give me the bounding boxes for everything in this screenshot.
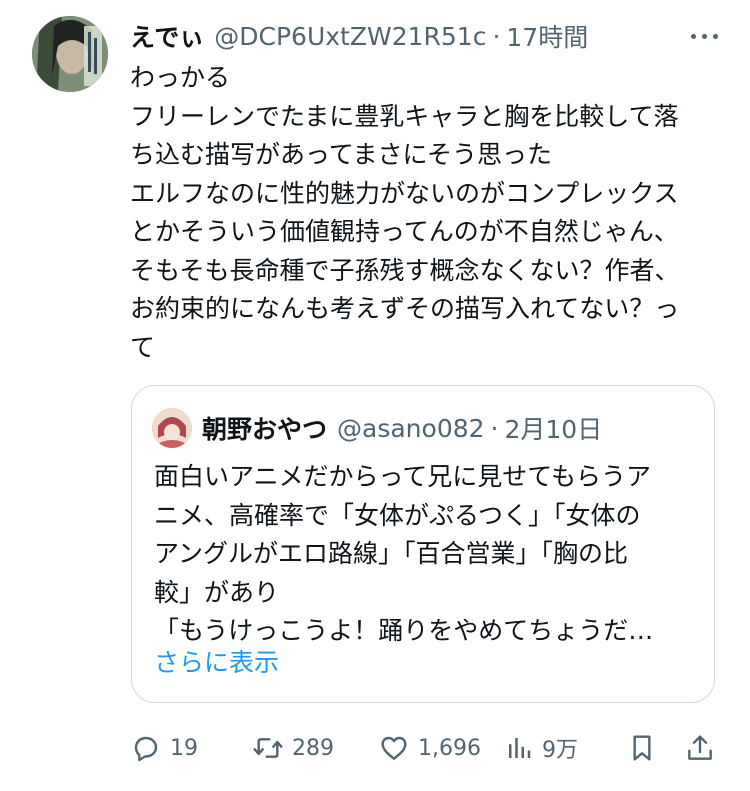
quote-author-name: 朝野おやつ <box>202 415 328 444</box>
quote-text: 面白いアニメだからって兄に見せてもらうア ニメ、高確率で「女体がぷるつく」「女体… <box>154 458 702 651</box>
retweet-button[interactable]: 289 <box>252 728 334 768</box>
like-button[interactable]: 1,696 <box>378 728 481 768</box>
reply-button[interactable]: 19 <box>130 728 198 768</box>
tweet-action-bar: 19 289 1,696 9万 <box>130 728 720 768</box>
quote-text-line: ニメ、高確率で「女体がぷるつく」「女体の <box>154 500 641 530</box>
quote-text-line: アングルがエロ路線」「百合営業」「胸の比 <box>154 539 629 568</box>
author-handle[interactable]: @DCP6UxtZW21R51c <box>214 22 486 51</box>
quote-author-avatar <box>152 408 192 448</box>
share-button[interactable] <box>684 728 716 768</box>
quote-text-line: 較」があり <box>154 577 280 607</box>
bookmark-icon <box>633 735 651 761</box>
tweet-timestamp[interactable]: 17時間 <box>506 18 588 54</box>
quote-author-handle: @asano082 <box>337 413 485 443</box>
like-count: 1,696 <box>418 735 481 761</box>
views-chart-icon <box>509 738 531 758</box>
reply-icon <box>134 736 158 762</box>
quoted-tweet-card[interactable]: 朝野おやつ @asano082 · 2月10日 面白いアニメだからって兄に見せて… <box>131 385 715 703</box>
separator-dot: · <box>492 21 501 51</box>
views-button[interactable]: 9万 <box>504 728 578 768</box>
tweet-text-line: エルフなのに性的魅力がないのがコンプレックス <box>130 178 679 208</box>
tweet-text-line: ち込む描写があってまさにそう思った <box>130 140 553 169</box>
heart-icon <box>381 736 407 760</box>
reply-count: 19 <box>170 735 198 761</box>
share-icon <box>688 735 712 760</box>
avatar-image <box>32 16 108 92</box>
tweet-text-line: フリーレンでたまに豊乳キャラと胸を比較して落 <box>130 101 679 131</box>
more-options-icon[interactable] <box>684 24 724 48</box>
author-avatar[interactable] <box>32 16 108 92</box>
views-count: 9万 <box>542 738 578 763</box>
tweet-text-line: そもそも長命種で子孫残す概念なくない？作者、 <box>130 255 680 285</box>
retweet-count: 289 <box>292 735 334 761</box>
tweet-text-line: わっかる <box>130 63 231 92</box>
quote-header: 朝野おやつ @asano082 · 2月10日 <box>202 408 602 448</box>
quote-timestamp: 2月10日 <box>504 415 603 444</box>
tweet-text-line: とかそういう価値観持ってんのが不自然じゃん、 <box>130 217 679 246</box>
author-name[interactable]: えでぃ <box>130 18 204 54</box>
quote-separator-dot: · <box>490 413 499 443</box>
quote-avatar-image <box>152 408 192 448</box>
bookmark-button[interactable] <box>626 728 658 768</box>
show-more-link[interactable]: さらに表示 <box>154 644 279 682</box>
tweet-text: わっかる フリーレンでたまに豊乳キャラと胸を比較して落 ち込む描写があってまさに… <box>130 59 730 367</box>
tweet-text-line: て <box>130 332 156 362</box>
tweet-text-line: お約束的になんも考えずその描写入れてない？っ <box>130 294 680 323</box>
retweet-icon <box>253 738 283 758</box>
tweet-header: えでぃ @DCP6UxtZW21R51c · 17時間 <box>130 18 724 54</box>
quote-text-line: 面白いアニメだからって兄に見せてもらうア <box>154 462 652 491</box>
